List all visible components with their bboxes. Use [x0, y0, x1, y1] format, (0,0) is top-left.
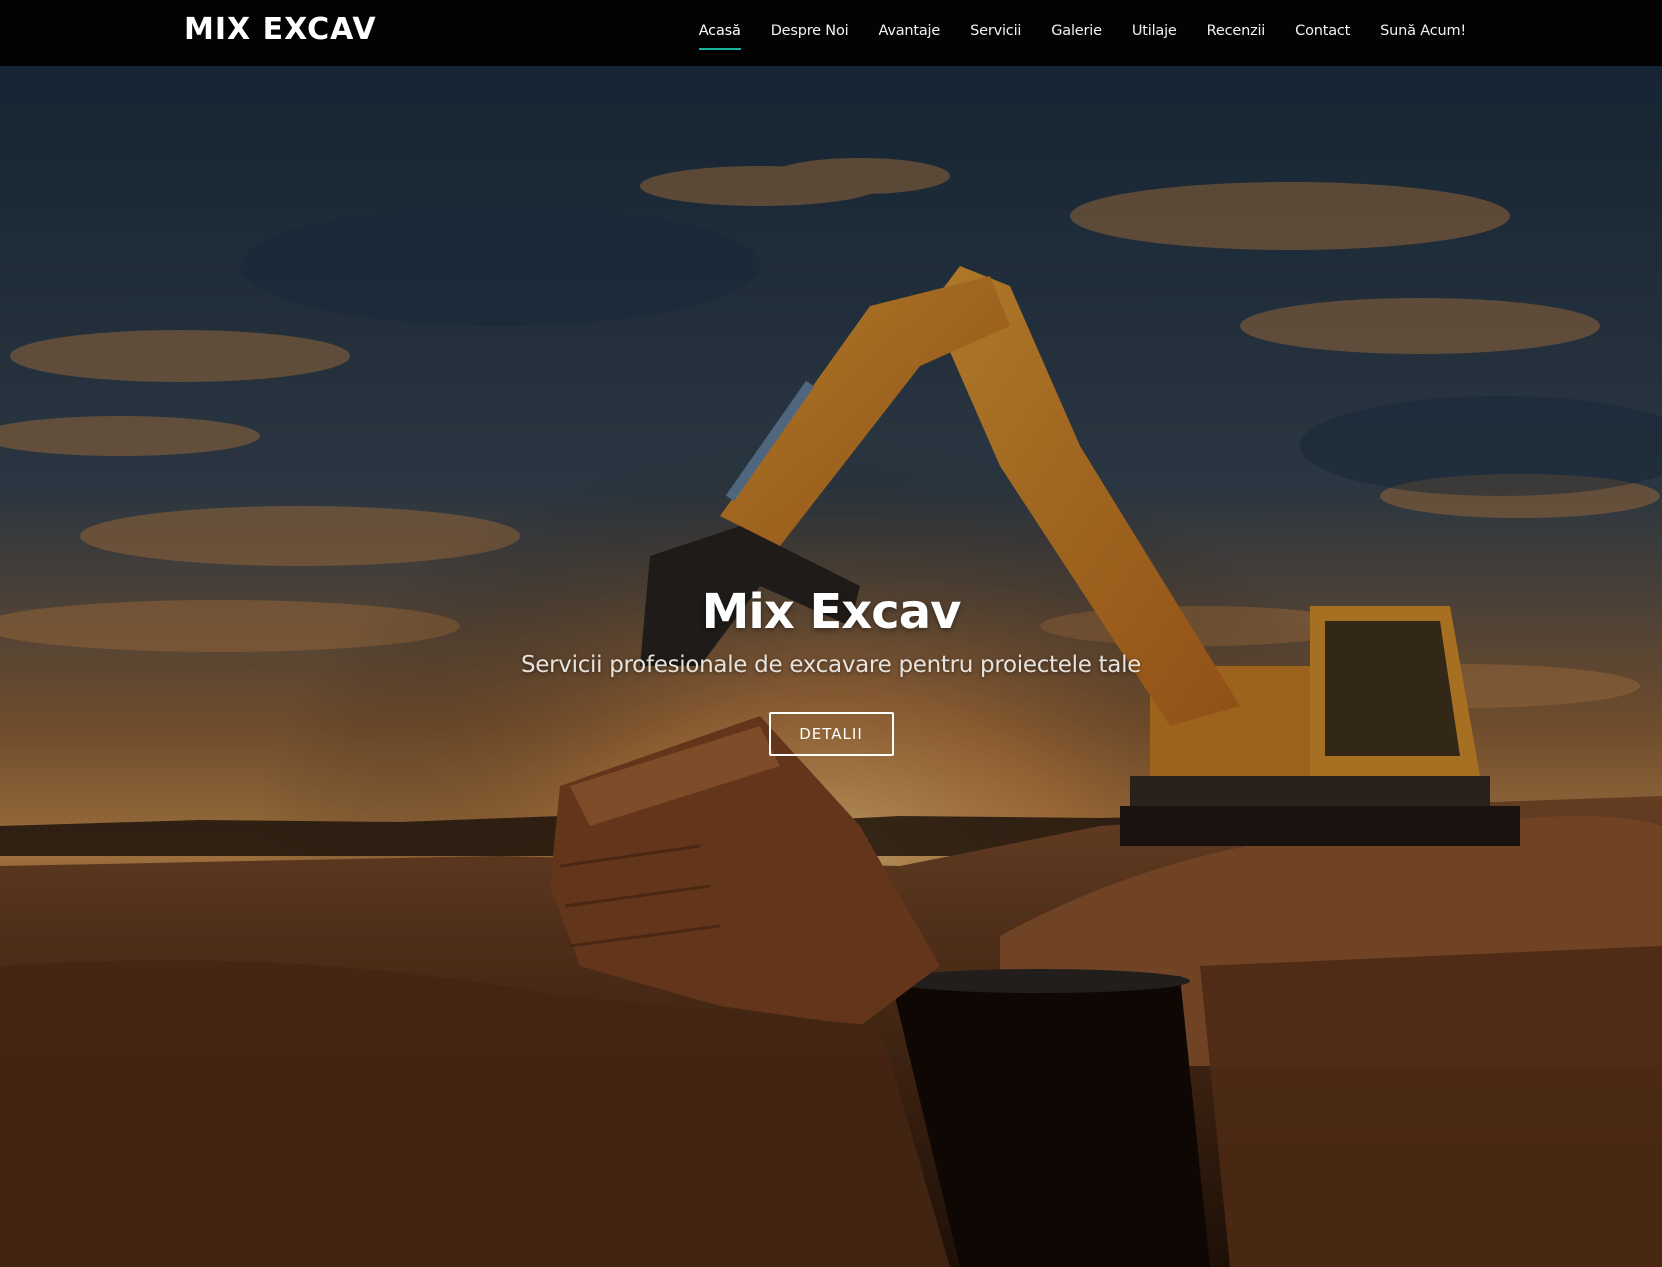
main-nav: Acasă Despre Noi Avantaje Servicii Galer… [684, 0, 1481, 62]
nav-item-servicii[interactable]: Servicii [955, 0, 1036, 62]
nav-item-utilaje[interactable]: Utilaje [1117, 0, 1192, 62]
nav-item-contact[interactable]: Contact [1280, 0, 1365, 62]
nav-link[interactable]: Servicii [970, 23, 1021, 39]
hero-section: Mix Excav Servicii profesionale de excav… [0, 66, 1662, 1267]
brand-logo[interactable]: MIX EXCAV [184, 10, 377, 50]
nav-link[interactable]: Recenzii [1207, 23, 1266, 39]
nav-item-recenzii[interactable]: Recenzii [1192, 0, 1281, 62]
nav-item-suna-acum[interactable]: Sună Acum! [1365, 0, 1481, 62]
nav-link[interactable]: Contact [1295, 23, 1350, 39]
nav-link[interactable]: Sună Acum! [1380, 23, 1466, 39]
hero-content: Mix Excav Servicii profesionale de excav… [0, 578, 1662, 756]
hero-title: Mix Excav [701, 584, 962, 640]
page: MIX EXCAV Acasă Despre Noi Avantaje Serv… [0, 0, 1662, 1267]
nav-item-acasa[interactable]: Acasă [684, 0, 756, 62]
nav-link[interactable]: Utilaje [1132, 23, 1177, 39]
nav-link[interactable]: Galerie [1051, 23, 1102, 39]
nav-item-galerie[interactable]: Galerie [1036, 0, 1117, 62]
details-button[interactable]: DETALII [768, 712, 894, 756]
nav-item-despre-noi[interactable]: Despre Noi [756, 0, 864, 62]
nav-item-avantaje[interactable]: Avantaje [863, 0, 955, 62]
hero-subtitle: Servicii profesionale de excavare pentru… [520, 652, 1142, 678]
nav-link[interactable]: Acasă [699, 23, 741, 39]
nav-link[interactable]: Despre Noi [771, 23, 849, 39]
nav-link[interactable]: Avantaje [878, 23, 940, 39]
navbar: MIX EXCAV Acasă Despre Noi Avantaje Serv… [0, 0, 1662, 66]
